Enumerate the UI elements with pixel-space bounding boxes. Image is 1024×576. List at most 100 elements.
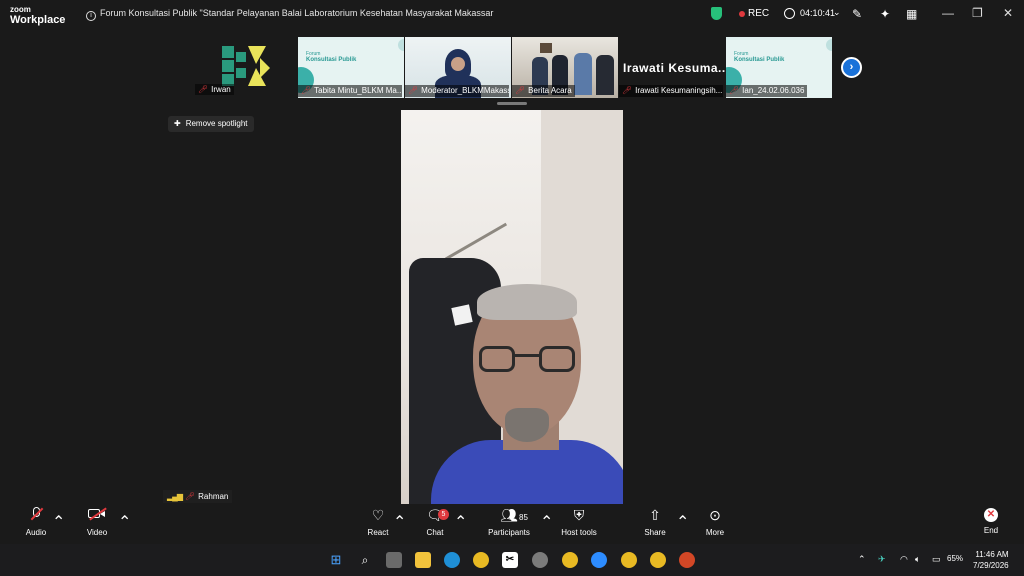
react-label: React [367, 528, 389, 537]
clock-date: 7/29/2026 [973, 561, 1009, 570]
end-x-icon: ✕ [984, 508, 998, 522]
share-screen-icon: ⇧ [649, 507, 661, 523]
more-label: More [705, 528, 725, 537]
system-clock[interactable]: 11:46 AM 7/29/2026 [973, 549, 1009, 571]
slide-decor-circle [398, 39, 404, 51]
video-label: Video [86, 528, 108, 537]
participant-tile[interactable]: 🎤︎ Berita Acara [512, 37, 618, 98]
slide-title-text: Konsultasi Publik [734, 57, 785, 63]
glasses-lens [479, 346, 515, 372]
participant-name-label: 🎤︎ Tabita Mintu_BLKM Ma... [298, 85, 402, 97]
muted-mic-icon: 🎤︎ [622, 86, 633, 95]
audio-label: Audio [25, 528, 47, 537]
close-icon[interactable]: ✕ [1003, 6, 1013, 20]
end-button[interactable]: ✕ End [980, 504, 1002, 544]
chrome-icon[interactable] [473, 552, 489, 568]
participant-name-text: Berita Acara [528, 86, 572, 95]
meeting-info[interactable]: i Forum Konsultasi Publik "Standar Pelaya… [86, 8, 493, 21]
speaker-name-text: Rahman [198, 492, 229, 501]
react-button[interactable]: ♡ React [364, 504, 392, 544]
video-button[interactable]: Video [84, 504, 110, 544]
slide-decor-circle [826, 39, 832, 51]
muted-mic-icon: 🎤︎ [198, 85, 209, 94]
unpin-icon: ✚ [174, 119, 181, 128]
restore-icon[interactable]: ❐ [972, 6, 983, 20]
remove-spotlight-button[interactable]: ✚ Remove spotlight [168, 116, 254, 132]
participant-tile[interactable]: Forum Konsultasi Publik 🎤︎ Tabita Mintu_B… [298, 37, 404, 98]
wifi-icon[interactable]: ◠ [900, 554, 908, 565]
participant-name-text: Tabita Mintu_BLKM Ma... [314, 86, 402, 95]
view-layout-icon[interactable]: ▦ [906, 7, 917, 21]
wand-edit-icon[interactable]: ✎ [852, 7, 862, 21]
shield-icon: ⛨ [573, 507, 585, 523]
audio-button[interactable]: Audio [22, 504, 50, 544]
edge-browser-icon[interactable] [444, 552, 460, 568]
clock-time: 11:46 AM [975, 550, 1009, 559]
participant-tile[interactable]: Forum Konsultasi Publik 🎤︎ Ian_24.02.06.0… [726, 37, 832, 98]
share-button[interactable]: ⇧ Share [642, 504, 668, 544]
powerpoint-icon[interactable] [679, 552, 695, 568]
signal-strength-icon: ▂▄▆ [167, 492, 183, 501]
speaker-volume-icon[interactable]: 🔈︎ [915, 554, 920, 565]
sparkle-ai-icon[interactable]: ✦ [880, 7, 890, 21]
muted-mic-icon: 🎤︎ [184, 492, 196, 501]
logo-workplace-text: Workplace [10, 14, 66, 26]
task-view-icon[interactable] [386, 552, 402, 568]
glasses-bridge [515, 354, 539, 357]
meeting-title: Forum Konsultasi Publik "Standar Pelayan… [100, 8, 494, 18]
more-dots-icon: ⊙ [709, 507, 721, 523]
participant-name-label: 🎤︎ Berita Acara [512, 85, 575, 97]
tray-app-icon[interactable]: ✈ [878, 554, 886, 565]
zoom-app-icon[interactable] [591, 552, 607, 568]
heart-icon: ♡ [371, 507, 385, 523]
glasses-lens [539, 346, 575, 372]
participant-display-name: Irawati Kesuma... [623, 61, 725, 75]
chat-unread-badge: 5 [438, 509, 449, 520]
windows-start-icon[interactable]: ⊞ [328, 552, 344, 568]
participant-name-text: Irawati Kesumaningsih... [635, 86, 723, 95]
recording-dot-icon [739, 11, 745, 17]
wall-frame [540, 43, 552, 53]
participant-name-text: Ian_24.02.06.036 [742, 86, 805, 95]
host-tools-button[interactable]: ⛨ Host tools [560, 504, 598, 544]
participant-tile[interactable]: 🎤︎ Moderator_BLKMMakassar [405, 37, 511, 98]
chrome-icon[interactable] [562, 552, 578, 568]
video-off-icon [84, 504, 110, 524]
participant-name-text: Irwan [211, 85, 231, 94]
chrome-icon[interactable] [621, 552, 637, 568]
participant-tile[interactable]: Irawati Kesuma... 🎤︎ Irawati Kesumaningsi… [619, 37, 725, 98]
timer-chevron-down-icon[interactable]: ⌄ [833, 7, 841, 18]
tray-chevron-up-icon[interactable]: ⌃ [858, 554, 866, 565]
person-figure [574, 53, 592, 95]
muted-mic-icon: 🎤︎ [515, 86, 526, 95]
slide-title-text: Konsultasi Publik [306, 57, 357, 63]
speaker-name-label: ▂▄▆ 🎤︎ Rahman [163, 490, 233, 503]
spotlight-video[interactable] [401, 110, 623, 504]
os-taskbar: ⊞ ⌕ ✂ ⌃ ✈ ◠ 🔈︎ ▭ 65% 11:46 AM 7/29/2026 [0, 544, 1024, 576]
jacket-tag [451, 304, 473, 326]
share-label: Share [644, 528, 666, 537]
info-icon[interactable]: i [86, 11, 96, 21]
participant-name-text: Moderator_BLKMMakassar [421, 86, 509, 95]
file-explorer-icon[interactable] [415, 552, 431, 568]
battery-icon[interactable]: ▭ [932, 554, 941, 565]
gallery-resize-handle[interactable] [497, 102, 527, 105]
settings-gear-icon[interactable] [532, 552, 548, 568]
security-shield-icon[interactable] [711, 7, 722, 20]
title-bar: zoom Workplace i Forum Konsultasi Publik … [0, 0, 1024, 28]
minimize-icon[interactable]: — [942, 6, 954, 20]
more-button[interactable]: ⊙ More [702, 504, 728, 544]
remove-spotlight-label: Remove spotlight [185, 119, 248, 128]
chrome-icon[interactable] [650, 552, 666, 568]
search-icon[interactable]: ⌕ [357, 552, 373, 568]
gallery-next-button[interactable]: › [841, 57, 862, 78]
person-figure [596, 55, 614, 95]
clock-icon [784, 8, 795, 19]
participants-count: 85 [519, 513, 528, 522]
muted-mic-icon: 🎤︎ [408, 86, 419, 95]
participants-button[interactable]: 👥︎ Participants [486, 504, 532, 544]
capcut-icon[interactable]: ✂ [502, 552, 518, 568]
end-label: End [983, 526, 999, 535]
rec-label: REC [748, 8, 770, 19]
moderator-face [451, 57, 465, 71]
